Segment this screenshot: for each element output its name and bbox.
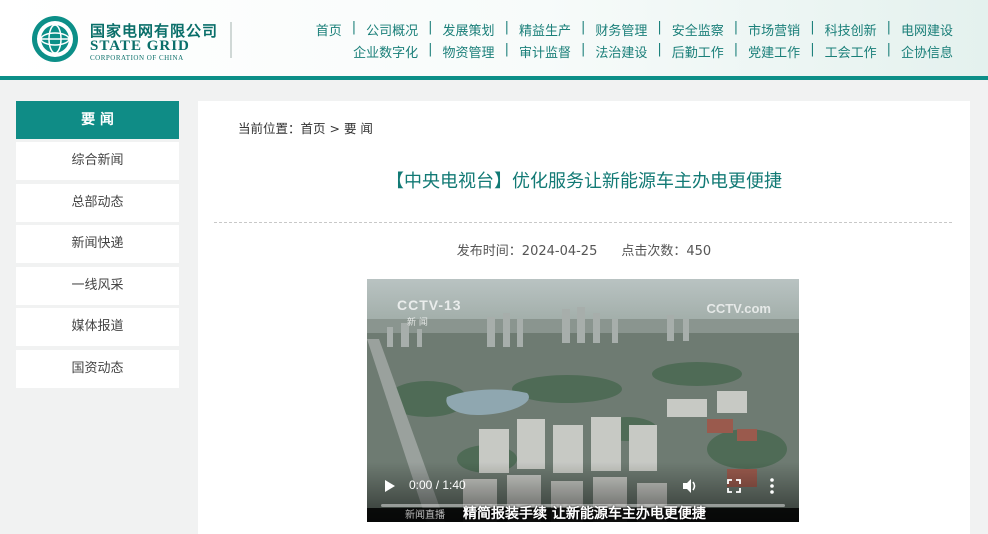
breadcrumb-current[interactable]: 要 闻 — [344, 121, 373, 136]
nav-finance[interactable]: 财务管理 — [595, 20, 647, 39]
sidebar-item-frontline[interactable]: 一线风采 — [16, 266, 179, 305]
sidebar-item-news-express[interactable]: 新闻快递 — [16, 225, 179, 263]
volume-icon[interactable] — [681, 477, 699, 495]
nav-separator: | — [351, 20, 357, 35]
nav-audit-supervision[interactable]: 审计监督 — [519, 42, 571, 61]
brand-name-en: STATE GRID — [90, 38, 190, 54]
sidebar-item-sasac-updates[interactable]: 国资动态 — [16, 349, 179, 388]
header-accent-bar — [0, 76, 988, 80]
breadcrumb-home-link[interactable]: 首页 — [301, 121, 326, 136]
breadcrumb-separator: > — [325, 121, 344, 136]
nav-party-building[interactable]: 党建工作 — [748, 42, 800, 61]
fullscreen-icon[interactable] — [727, 479, 741, 493]
nav-separator: | — [428, 42, 433, 57]
view-count: 点击次数：450 — [621, 244, 712, 259]
play-icon[interactable] — [381, 478, 397, 494]
nav-lean-production[interactable]: 精益生产 — [519, 20, 571, 39]
nav-separator: | — [580, 42, 586, 57]
nav-materials-management[interactable]: 物资管理 — [443, 42, 495, 61]
nav-enterprise-association[interactable]: 企协信息 — [901, 42, 953, 61]
sidebar-item-hq-updates[interactable]: 总部动态 — [16, 183, 179, 222]
caption-band: 新闻直播 精简报装手续 让新能源车主办电更便捷 — [367, 506, 799, 522]
nav-safety-supervision[interactable]: 安全监察 — [672, 20, 724, 39]
sidebar-item-general-news[interactable]: 综合新闻 — [16, 142, 179, 180]
title-divider — [214, 222, 952, 223]
nav-separator: | — [428, 20, 433, 35]
nav-separator: | — [810, 42, 815, 57]
article-meta: 发布时间：2024-04-25 点击次数：450 — [198, 240, 970, 259]
nav-separator: | — [886, 20, 891, 35]
nav-separator: | — [504, 42, 509, 57]
video-caption: 精简报装手续 让新能源车主办电更便捷 — [463, 506, 706, 522]
sidebar-item-media-reports[interactable]: 媒体报道 — [16, 308, 179, 346]
nav-separator: | — [733, 42, 739, 57]
article-panel: 当前位置：首页 > 要 闻 【中央电视台】优化服务让新能源车主办电更便捷 发布时… — [198, 101, 970, 534]
nav-trade-union[interactable]: 工会工作 — [825, 42, 877, 61]
sidebar-header[interactable]: 要 闻 — [16, 101, 179, 139]
nav-separator: | — [657, 20, 662, 35]
cctv13-watermark-sub: 新 闻 — [407, 318, 428, 328]
brand-name-en-sub: CORPORATION OF CHINA — [90, 54, 184, 62]
nav-separator: | — [657, 42, 662, 57]
nav-enterprise-digitalization[interactable]: 企业数字化 — [353, 42, 418, 61]
cctv-com-watermark: CCTV.com — [706, 301, 771, 316]
state-grid-globe-logo-icon — [32, 16, 78, 62]
nav-logistics[interactable]: 后勤工作 — [672, 42, 724, 61]
nav-company-overview[interactable]: 公司概况 — [366, 20, 418, 39]
site-header: 国家电网有限公司 STATE GRID CORPORATION OF CHINA… — [0, 0, 988, 76]
sidebar: 要 闻 综合新闻 总部动态 新闻快递 一线风采 媒体报道 国资动态 — [16, 101, 179, 391]
nav-grid-construction[interactable]: 电网建设 — [901, 20, 953, 39]
logo-divider — [230, 22, 232, 58]
breadcrumb-prefix: 当前位置： — [238, 121, 301, 136]
video-time: 0:00 / 1:40 — [409, 478, 466, 492]
article-title: 【中央电视台】优化服务让新能源车主办电更便捷 — [386, 171, 782, 192]
nav-rule-of-law[interactable]: 法治建设 — [595, 42, 647, 61]
cctv13-watermark: CCTV-13 — [397, 297, 462, 313]
more-options-icon[interactable] — [769, 477, 775, 495]
nav-separator: | — [504, 20, 509, 35]
nav-home[interactable]: 首页 — [316, 20, 342, 39]
main-nav-row-2: 企业数字化 | 物资管理 | 审计监督 | 法治建设 | 后勤工作 | 党建工作 | 工会工… — [233, 42, 953, 61]
nav-marketing[interactable]: 市场营销 — [748, 20, 800, 39]
brand-logo[interactable]: 国家电网有限公司 STATE GRID CORPORATION OF CHINA — [30, 14, 245, 64]
nav-technology-innovation[interactable]: 科技创新 — [825, 20, 877, 39]
nav-separator: | — [733, 20, 739, 35]
video-player[interactable]: CCTV-13 新 闻 CCTV.com 0:00 / 1:40 新闻直播 精简… — [367, 279, 799, 522]
breadcrumb: 当前位置：首页 > 要 闻 — [238, 118, 373, 137]
caption-tag: 新闻直播 — [405, 510, 445, 521]
main-nav-row-1: 首页 | 公司概况 | 发展策划 | 精益生产 | 财务管理 | 安全监察 | 市场营销 | … — [233, 20, 953, 39]
nav-separator: | — [580, 20, 586, 35]
publish-date: 发布时间：2024-04-25 — [456, 244, 598, 259]
nav-development-planning[interactable]: 发展策划 — [443, 20, 495, 39]
nav-separator: | — [886, 42, 891, 57]
nav-separator: | — [810, 20, 815, 35]
